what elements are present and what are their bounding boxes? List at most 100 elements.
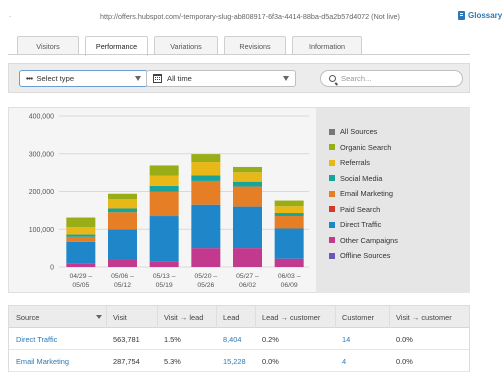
bar-segment <box>149 191 179 217</box>
book-icon <box>458 11 465 20</box>
legend-swatch <box>329 221 335 228</box>
dots-icon: ••• <box>26 74 33 83</box>
legend-item[interactable]: Organic Search <box>329 140 398 156</box>
chevron-down-icon <box>135 76 141 81</box>
bar-segment <box>233 248 262 267</box>
col-header-visit-lead[interactable]: Visit → lead <box>164 306 203 328</box>
bar-segment <box>233 206 262 249</box>
col-header-lead-customer[interactable]: Lead → customer <box>262 306 320 328</box>
legend-item[interactable]: Email Marketing <box>329 186 398 202</box>
x-tick-label: 05/20 – <box>194 273 217 280</box>
sources-table: Source Visit Visit → lead Lead Lead → cu… <box>8 305 470 372</box>
search-icon <box>329 75 336 82</box>
legend-label: Organic Search <box>340 142 392 152</box>
bar-segment <box>233 186 262 207</box>
visit-value: 287,754 <box>113 356 140 366</box>
filter-bar: ••• Select type All time <box>8 63 470 93</box>
lead-link[interactable]: 8,404 <box>223 328 242 350</box>
y-tick-label: 200,000 <box>29 189 54 196</box>
lead-customer-value: 0.0% <box>262 356 279 366</box>
chevron-down-icon[interactable] <box>96 315 102 319</box>
visit-customer-value: 0.0% <box>396 334 413 344</box>
col-header-visit[interactable]: Visit <box>113 306 127 328</box>
table-row: Email Marketing 287,754 5.3% 15,228 0.0%… <box>9 350 469 372</box>
bar-segment <box>191 162 221 176</box>
y-tick-label: 400,000 <box>29 114 54 121</box>
x-tick-label: 06/02 <box>239 282 256 289</box>
tab-information[interactable]: Information <box>292 36 362 55</box>
col-header-source[interactable]: Source <box>16 306 39 328</box>
bar-segment <box>108 212 137 230</box>
bar-segment <box>274 258 304 267</box>
page-url[interactable]: http://offers.hubspot.com/-temporary-slu… <box>100 12 400 21</box>
col-header-lead[interactable]: Lead <box>223 306 239 328</box>
legend-label: All Sources <box>340 127 378 137</box>
legend-item[interactable]: All Sources <box>329 124 398 140</box>
legend: All Sources Organic Search Referrals Social… <box>329 124 398 264</box>
legend-item[interactable]: Offline Sources <box>329 248 398 264</box>
legend-panel: All Sources Organic Search Referrals Social… <box>316 108 470 293</box>
legend-label: Offline Sources <box>340 251 391 261</box>
legend-item[interactable]: Other Campaigns <box>329 233 398 249</box>
time-range-select[interactable]: All time <box>146 70 296 87</box>
legend-label: Email Marketing <box>340 189 393 199</box>
y-tick-label: 0 <box>50 265 54 272</box>
tab-visitors[interactable]: Visitors <box>17 36 79 55</box>
legend-label: Referrals <box>340 158 370 168</box>
customer-link[interactable]: 14 <box>342 328 350 350</box>
x-tick-label: 05/26 <box>197 282 214 289</box>
legend-swatch <box>329 190 335 197</box>
tab-variations[interactable]: Variations <box>154 36 218 55</box>
time-range-value: All time <box>167 74 192 83</box>
calendar-icon <box>153 74 162 83</box>
legend-item[interactable]: Paid Search <box>329 202 398 218</box>
column-divider <box>106 306 107 328</box>
bar-segment <box>191 248 221 267</box>
x-tick-label: 05/06 – <box>111 273 134 280</box>
source-link[interactable]: Direct Traffic <box>16 328 57 350</box>
legend-item[interactable]: Social Media <box>329 171 398 187</box>
lead-link[interactable]: 15,228 <box>223 350 246 372</box>
y-tick-label: 100,000 <box>29 227 54 234</box>
visit-value: 563,781 <box>113 334 140 344</box>
col-header-customer[interactable]: Customer <box>342 306 374 328</box>
bar-segment <box>191 175 221 181</box>
bar-segment <box>191 180 221 205</box>
tab-performance[interactable]: Performance <box>85 36 148 56</box>
bar-segment <box>149 165 179 176</box>
bar-segment <box>149 175 179 186</box>
col-header-visit-customer[interactable]: Visit → customer <box>396 306 452 328</box>
bar-segment <box>274 213 304 217</box>
bar-segment <box>149 261 179 267</box>
table-header: Source Visit Visit → lead Lead Lead → cu… <box>9 306 469 328</box>
type-select-value: Select type <box>36 74 75 83</box>
customer-link[interactable]: 4 <box>342 350 346 372</box>
tab-revisions[interactable]: Revisions <box>224 36 286 55</box>
legend-item[interactable]: Referrals <box>329 155 398 171</box>
x-tick-label: 05/27 – <box>236 273 259 280</box>
url-bar: . http://offers.hubspot.com/-temporary-s… <box>0 10 503 24</box>
type-select[interactable]: ••• Select type <box>19 70 148 87</box>
x-tick-label: 05/05 <box>72 282 89 289</box>
stacked-bar-chart: 400,000 300,000 200,000 100,000 0 04/29 – 05/0… <box>29 114 309 289</box>
legend-label: Other Campaigns <box>340 235 398 245</box>
legend-item[interactable]: Direct Traffic <box>329 217 398 233</box>
legend-swatch <box>329 159 335 166</box>
bar-segment <box>191 154 221 163</box>
source-link[interactable]: Email Marketing <box>16 350 69 372</box>
bar-segment <box>66 234 96 237</box>
legend-swatch <box>329 206 335 213</box>
bar-segment <box>274 228 304 259</box>
glossary-link[interactable]: Glossary <box>458 11 502 20</box>
table-row: Direct Traffic 563,781 1.5% 8,404 0.2% 1… <box>9 328 469 350</box>
search-box[interactable] <box>320 70 463 87</box>
bar-segment <box>66 241 96 264</box>
bar-segment <box>274 216 304 229</box>
search-input[interactable] <box>341 74 451 83</box>
bar-segment <box>274 200 304 207</box>
tabs-divider <box>8 54 470 55</box>
bar-segment <box>66 226 96 235</box>
bar-segment <box>274 206 304 214</box>
visit-lead-value: 1.5% <box>164 334 181 344</box>
bar-segment <box>191 204 221 249</box>
